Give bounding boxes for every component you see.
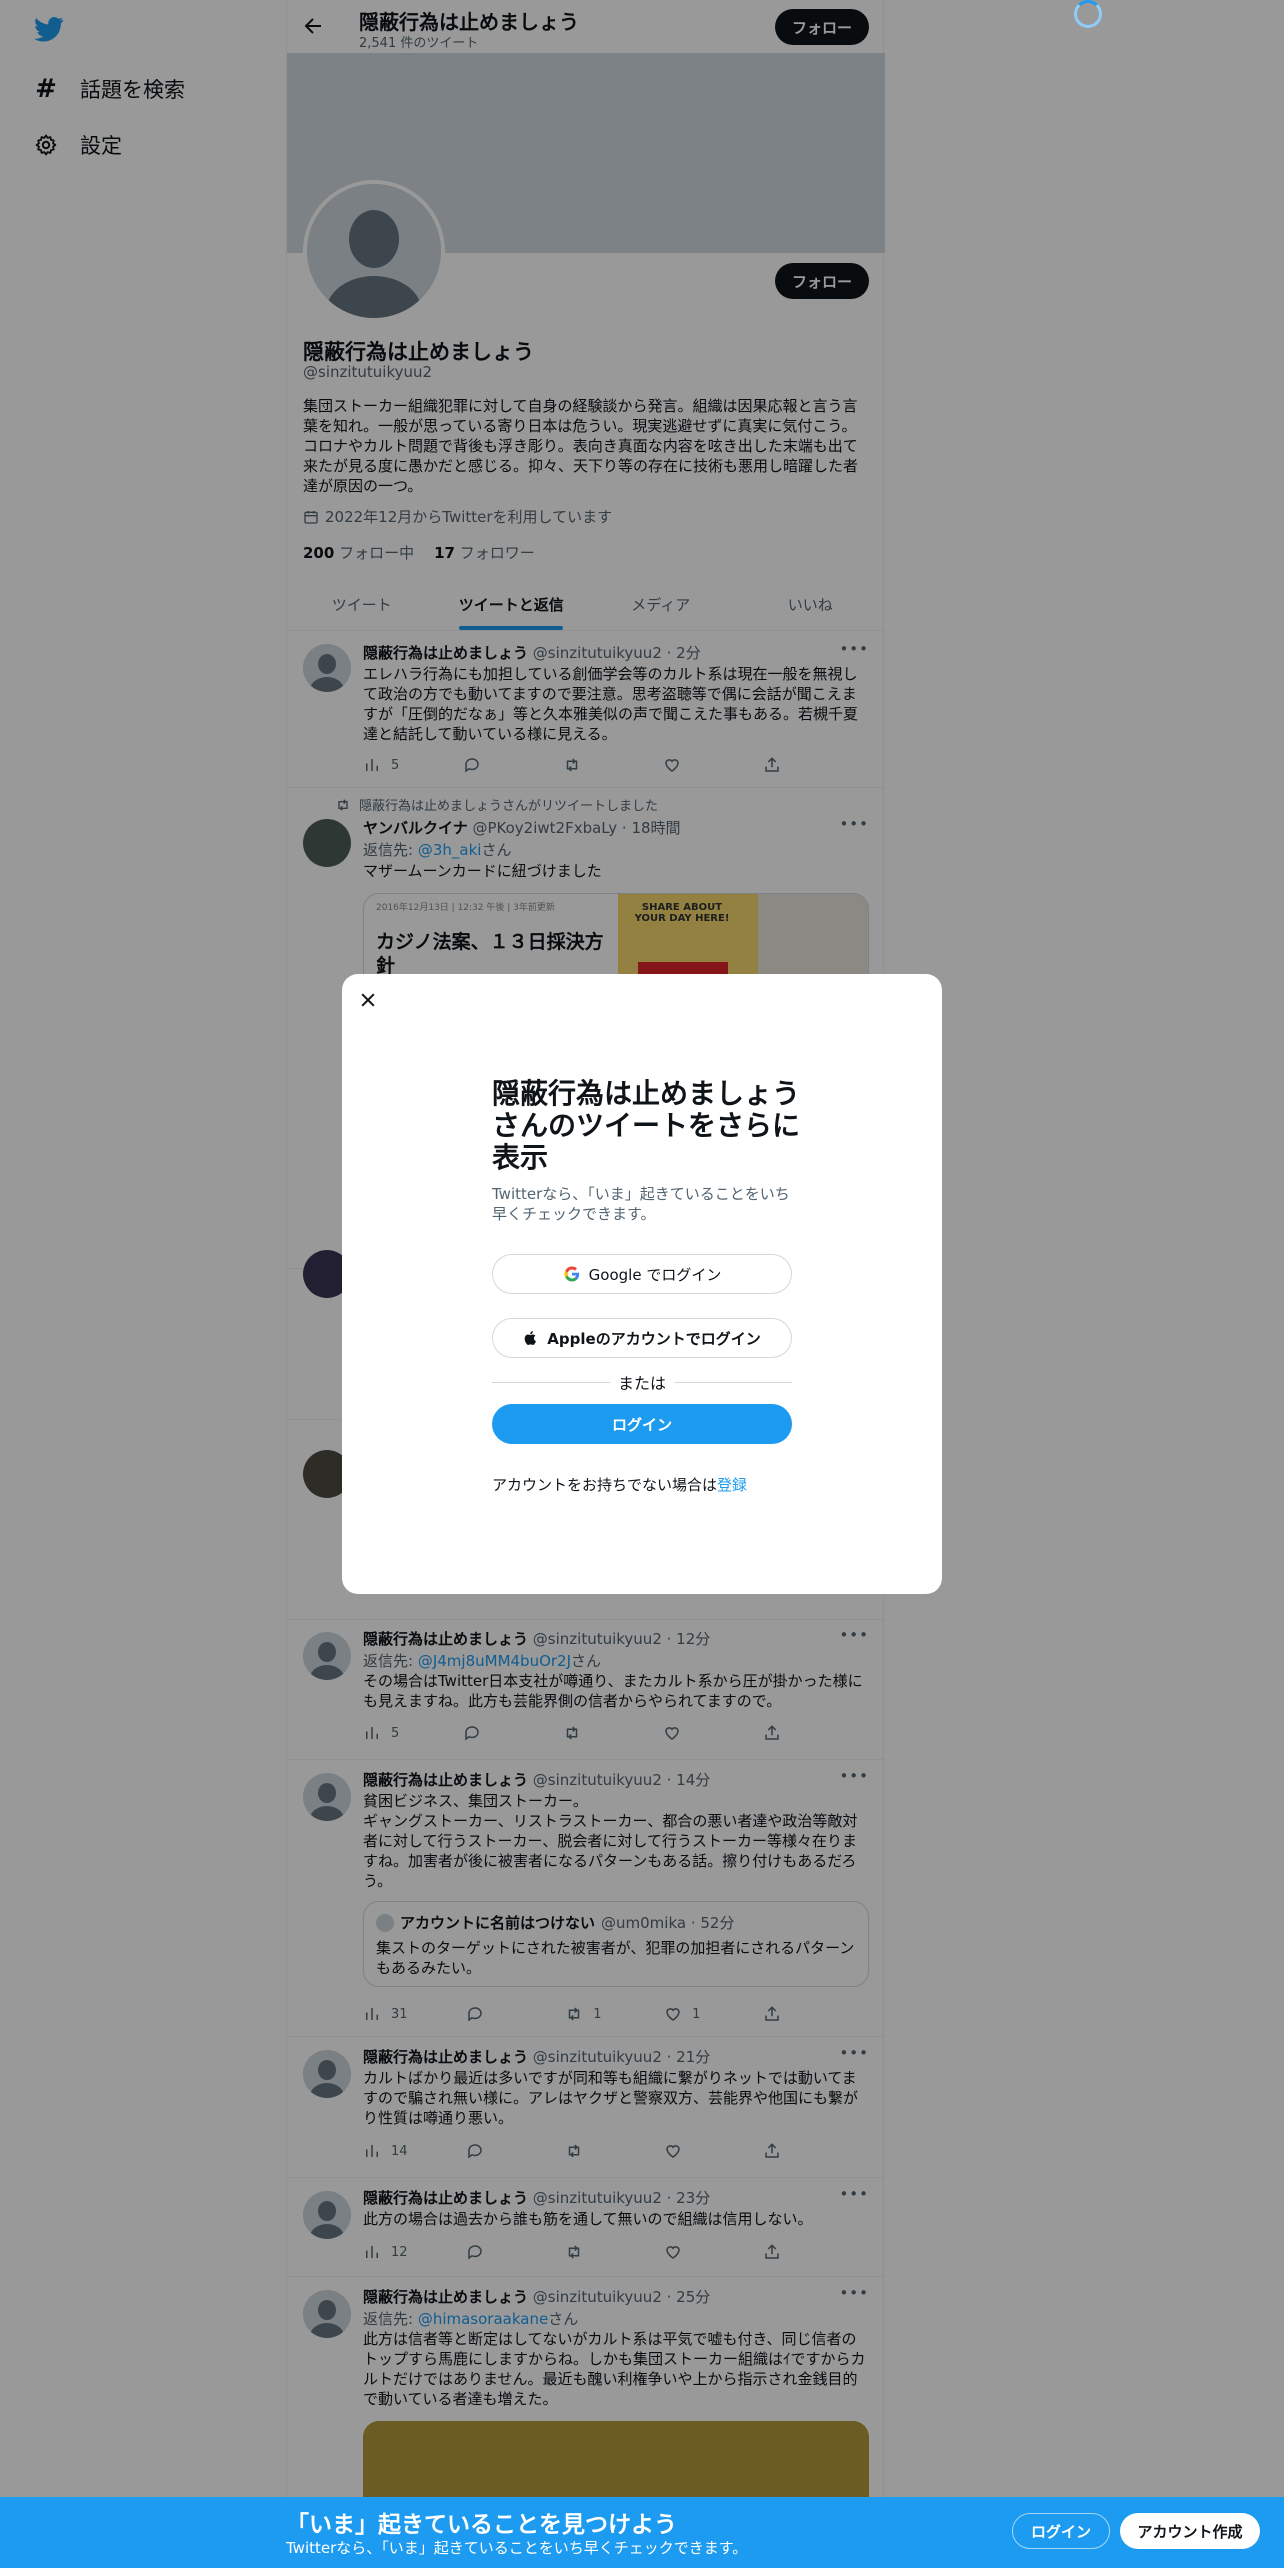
apple-icon [524,1331,537,1345]
bottom-bar-title: 「いま」起きていることを見つけよう [286,2512,677,2538]
or-label: または [618,1374,667,1393]
modal-subtitle: Twitterなら、「いま」起きていることをいち早くチェックできます。 [492,1185,790,1223]
bottom-login-button[interactable]: ログイン [1012,2513,1110,2549]
signup-prompt: アカウントをお持ちでない場合は登録 [492,1474,747,1495]
loading-spinner-icon [1074,0,1102,28]
bottom-signup-bar: 「いま」起きていることを見つけよう Twitterなら、「いま」起きていることを… [0,2497,1284,2568]
modal-title: 隠蔽行為は止めましょうさんのツイートをさらに表示 [492,1077,801,1174]
apple-login-button[interactable]: Appleのアカウントでログイン [492,1318,792,1358]
no-account-text: アカウントをお持ちでない場合は [492,1476,718,1494]
or-divider: または [492,1370,793,1394]
apple-login-label: Appleのアカウントでログイン [547,1329,761,1348]
close-icon[interactable] [358,990,378,1010]
google-login-label: Google でログイン [588,1265,722,1284]
google-login-button[interactable]: Google でログイン [492,1254,792,1294]
google-icon [564,1266,579,1282]
login-prompt-modal: 隠蔽行為は止めましょうさんのツイートをさらに表示 Twitterなら、「いま」起… [342,974,942,1594]
signup-link[interactable]: 登録 [717,1476,747,1494]
bottom-signup-button[interactable]: アカウント作成 [1120,2513,1260,2549]
bottom-bar-subtitle: Twitterなら、「いま」起きていることをいち早くチェックできます。 [286,2539,748,2557]
login-button[interactable]: ログイン [492,1404,792,1444]
